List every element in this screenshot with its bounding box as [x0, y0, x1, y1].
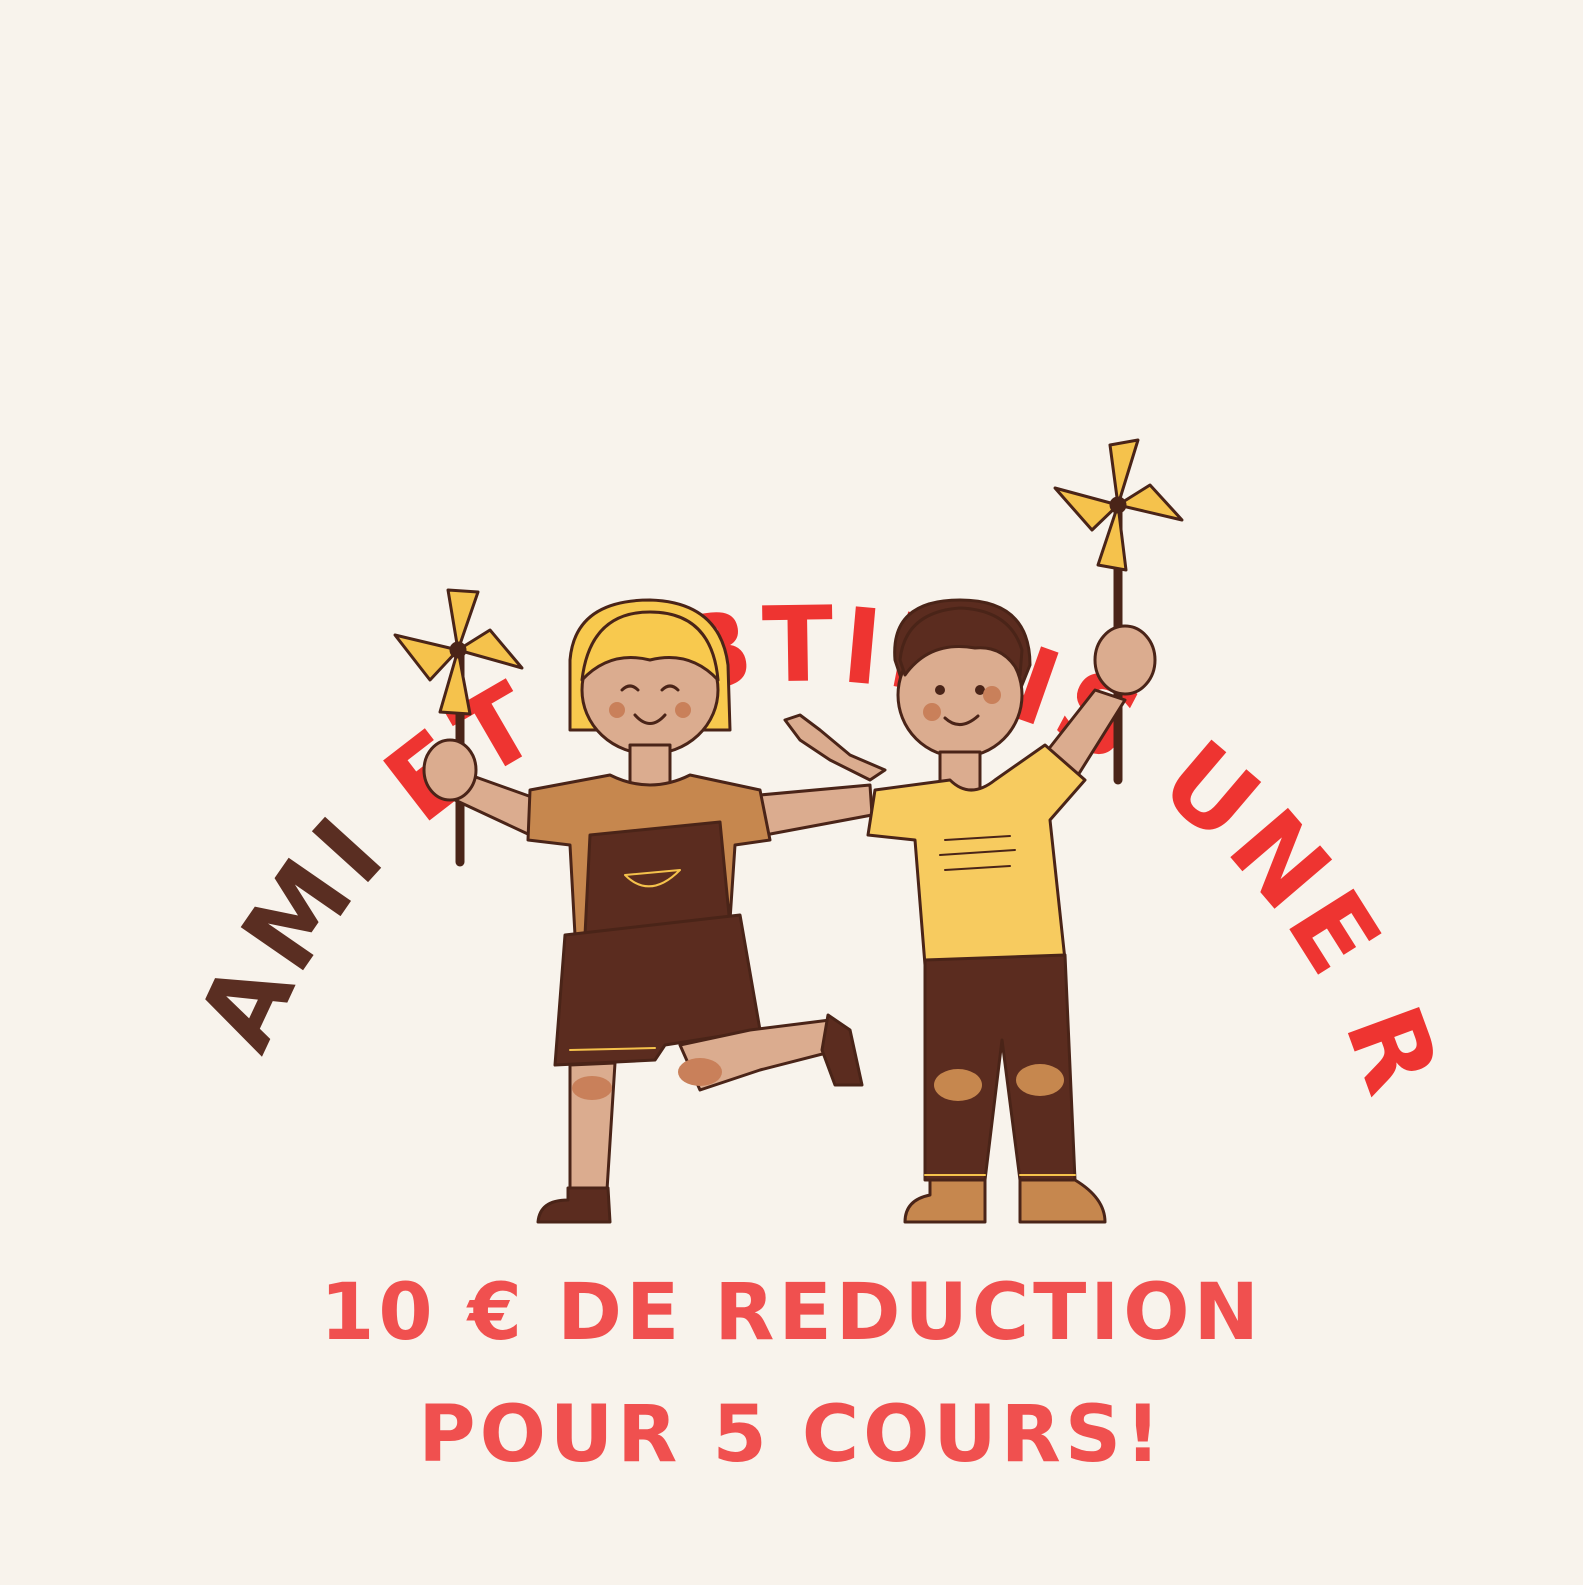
children-illustration-icon	[393, 438, 1184, 1224]
offer-line-2: POUR 5 COURS!	[418, 1390, 1165, 1480]
promo-poster: RAMENE UN AMI ET OBTIENS UNE REDUCTION !	[0, 0, 1583, 1585]
offer-line-1: 10 € DE REDUCTION	[320, 1268, 1263, 1358]
headline-dark-part: RAMENE UN AMI	[0, 0, 410, 1106]
